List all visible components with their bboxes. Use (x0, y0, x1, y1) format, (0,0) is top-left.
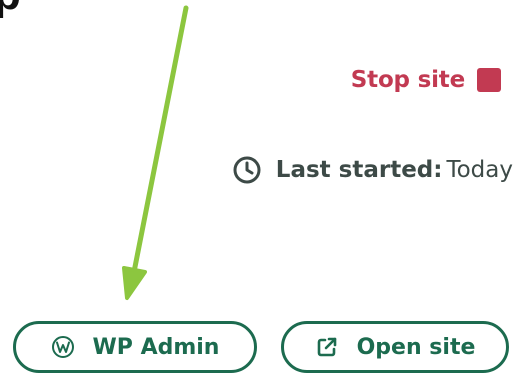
last-started-key: Last started: (275, 157, 443, 183)
open-site-button[interactable]: Open site (281, 321, 509, 373)
external-link-icon (317, 337, 336, 357)
last-started-value: Today (446, 157, 513, 183)
wp-admin-button[interactable]: WP Admin (13, 321, 257, 373)
wordpress-icon (51, 336, 74, 358)
open-site-label: Open site (356, 334, 476, 360)
page-title-fragment: p (0, 0, 21, 20)
stop-site-label: Stop site (350, 67, 465, 93)
clock-icon (233, 156, 261, 184)
wp-admin-label: WP Admin (92, 334, 220, 360)
stop-icon (477, 68, 501, 92)
stop-site-button[interactable]: Stop site (351, 67, 501, 93)
last-started-status: Last started: Today (232, 155, 513, 185)
